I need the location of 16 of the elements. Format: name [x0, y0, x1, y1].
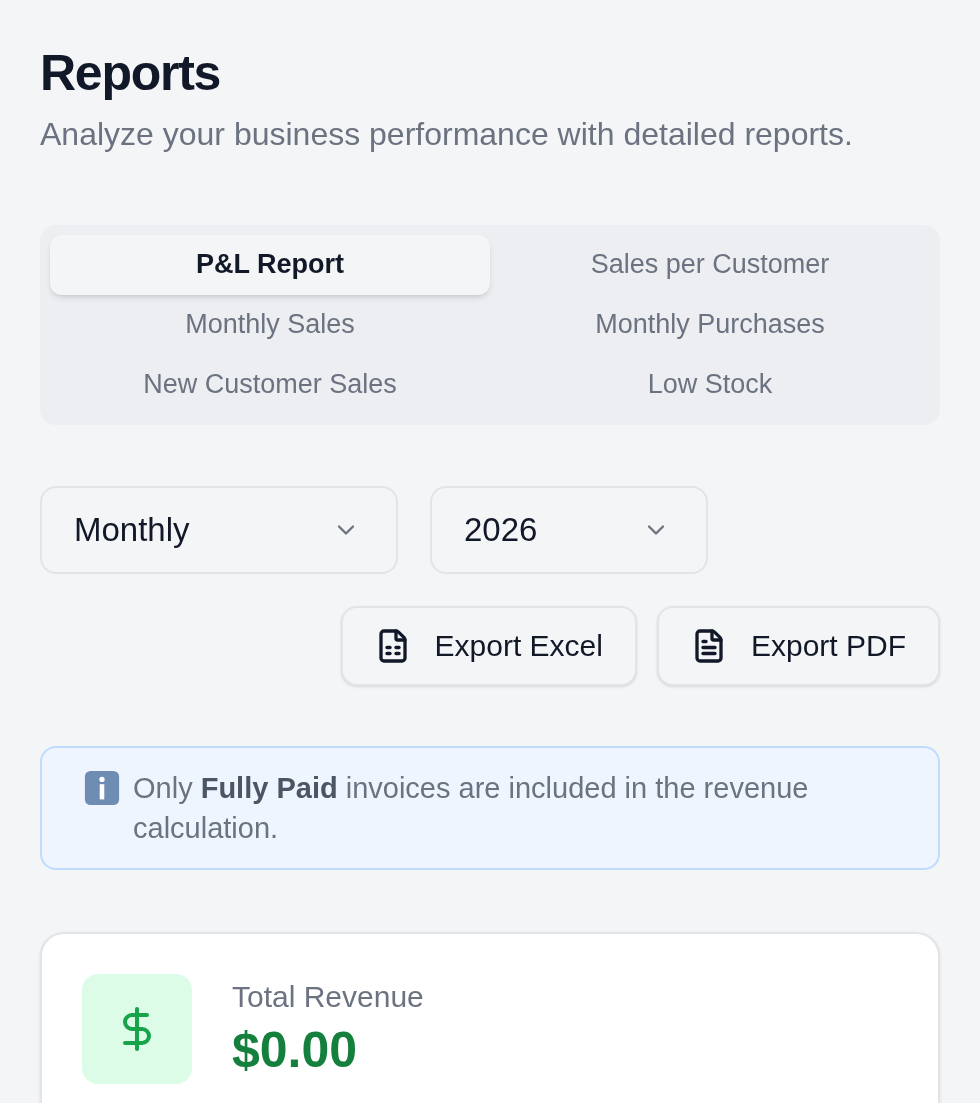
report-tab[interactable]: Sales per Customer [490, 234, 930, 295]
report-tab[interactable]: Monthly Sales [50, 294, 490, 355]
page-title: Reports [40, 44, 222, 103]
export-button[interactable]: Export PDF [656, 605, 940, 686]
period-select[interactable]: Monthly [40, 485, 398, 574]
report-tab[interactable]: Low Stock [490, 354, 930, 415]
export-button[interactable]: Export Excel [340, 605, 637, 686]
card-value: $0.00 [232, 1020, 359, 1080]
card-label: Total Revenue [232, 978, 424, 1015]
report-tab[interactable]: New Customer Sales [50, 354, 490, 415]
report-tab[interactable]: P&L Report [50, 234, 490, 295]
page-subtitle: Analyze your business performance with detailed reports. [40, 114, 854, 154]
info-icon [83, 768, 121, 807]
notice-text: Only Fully Paid invoices are included in the revenue calculation. [133, 770, 810, 846]
report-tab[interactable]: Monthly Purchases [490, 294, 930, 355]
period-select[interactable]: 2026 [430, 485, 708, 574]
